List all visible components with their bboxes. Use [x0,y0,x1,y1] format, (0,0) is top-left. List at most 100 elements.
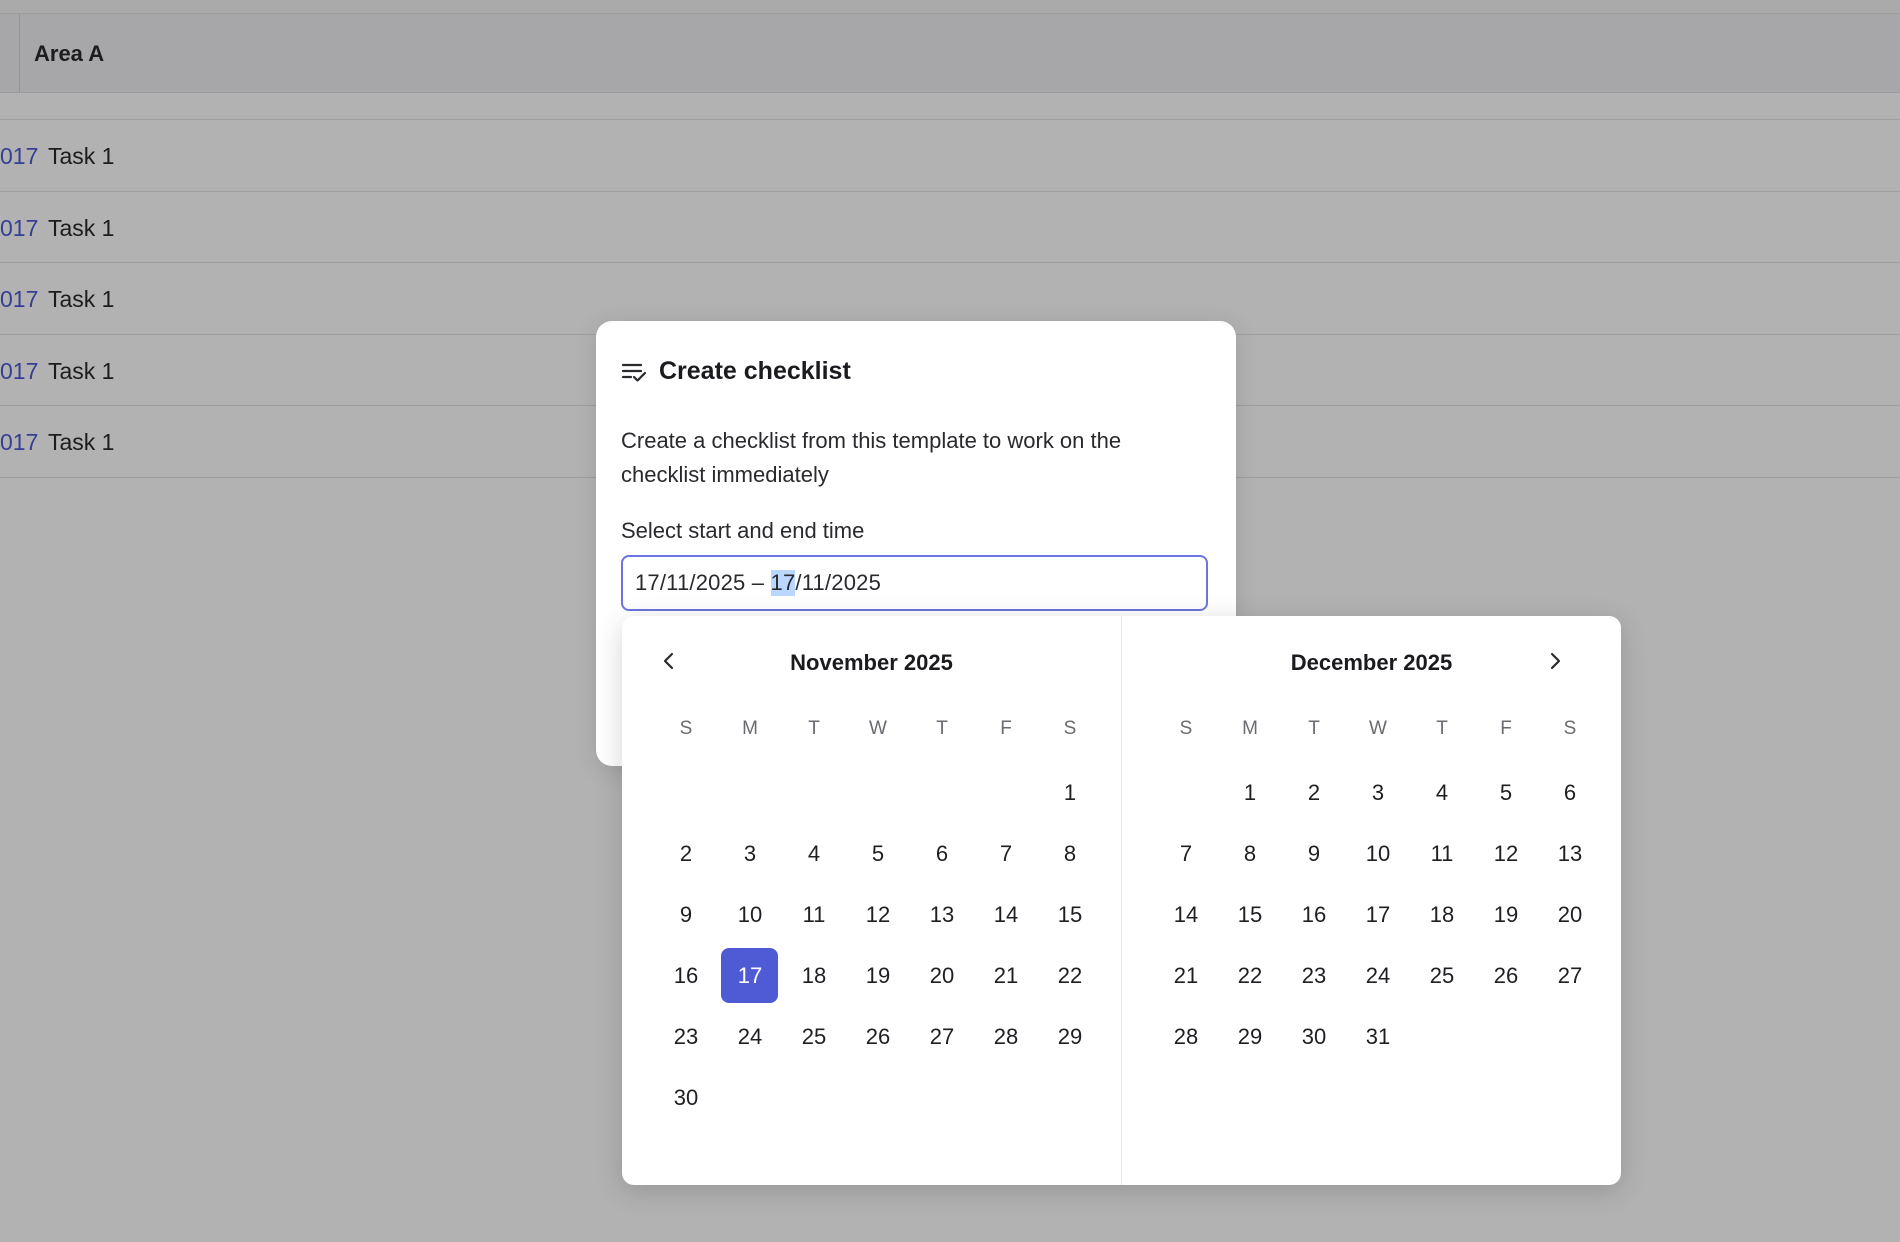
day-cell[interactable]: 14 [1154,884,1218,945]
selected-day[interactable]: 17 [718,945,782,1006]
day-number: 21 [993,962,1019,988]
day-cell[interactable]: 11 [782,884,846,945]
day-cell[interactable]: 17 [1346,884,1410,945]
day-cell[interactable]: 1 [1218,762,1282,823]
weekday-label: T [808,718,820,739]
day-number: 22 [1237,962,1263,988]
day-cell[interactable]: 16 [654,945,718,1006]
day-cell[interactable]: 24 [1346,945,1410,1006]
day-cell[interactable]: 31 [1346,1006,1410,1067]
day-cell[interactable]: 16 [1282,884,1346,945]
day-cell[interactable]: 11 [1410,823,1474,884]
day-cell[interactable]: 27 [1538,945,1602,1006]
day-cell[interactable]: 30 [1282,1006,1346,1067]
day-cell[interactable]: 8 [1038,823,1102,884]
day-number: 27 [929,1023,955,1049]
day-cell[interactable]: 23 [1282,945,1346,1006]
day-cell[interactable]: 9 [1282,823,1346,884]
day-cell[interactable]: 30 [654,1067,718,1128]
dialog-title: Create checklist [659,357,851,385]
day-cell[interactable]: 19 [1474,884,1538,945]
day-number: 25 [801,1023,827,1049]
day-number: 30 [1301,1023,1327,1049]
day-cell[interactable]: 24 [718,1006,782,1067]
day-cell[interactable]: 26 [846,1006,910,1067]
day-cell[interactable]: 15 [1038,884,1102,945]
day-cell[interactable]: 25 [1410,945,1474,1006]
weekday-label: T [936,718,948,739]
day-cell[interactable]: 6 [1538,762,1602,823]
day-cell[interactable]: 13 [1538,823,1602,884]
dialog-header: Create checklist [621,357,851,386]
day-cell[interactable]: 9 [654,884,718,945]
day-cell[interactable]: 28 [1154,1006,1218,1067]
day-cell[interactable]: 25 [782,1006,846,1067]
day-cell[interactable]: 28 [974,1006,1038,1067]
day-number: 8 [1243,840,1257,866]
checklist-icon [621,359,647,385]
day-number: 10 [1365,840,1391,866]
day-cell[interactable]: 4 [782,823,846,884]
day-cell[interactable]: 2 [654,823,718,884]
day-cell[interactable]: 22 [1218,945,1282,1006]
day-cell[interactable]: 12 [846,884,910,945]
day-cell[interactable]: 12 [1474,823,1538,884]
day-cell[interactable]: 18 [782,945,846,1006]
day-cell[interactable]: 1 [1038,762,1102,823]
day-cell[interactable]: 13 [910,884,974,945]
date-range-selected-segment[interactable]: 17 [770,570,796,596]
day-cell[interactable]: 22 [1038,945,1102,1006]
day-cell[interactable]: 26 [1474,945,1538,1006]
day-cell[interactable]: 6 [910,823,974,884]
day-cell[interactable]: 7 [1154,823,1218,884]
day-cell[interactable]: 27 [910,1006,974,1067]
day-cell[interactable]: 10 [1346,823,1410,884]
day-cell[interactable]: 19 [846,945,910,1006]
day-cell[interactable]: 4 [1410,762,1474,823]
calendar-month-december: December 2025 SMTWTFS 1 2 3 4 5 6 7 8 9 10 11 12 13 1… [1122,616,1621,1185]
day-cell[interactable]: 8 [1218,823,1282,884]
day-cell[interactable]: 21 [1154,945,1218,1006]
day-cell[interactable]: 18 [1410,884,1474,945]
day-cell[interactable]: 29 [1218,1006,1282,1067]
day-number: 31 [1365,1023,1391,1049]
day-cell[interactable]: 20 [910,945,974,1006]
empty-day-cell [974,762,1038,823]
day-cell[interactable]: 7 [974,823,1038,884]
day-number: 30 [673,1084,699,1110]
day-cell[interactable]: 23 [654,1006,718,1067]
day-number: 16 [1301,901,1327,927]
day-number: 9 [1307,840,1321,866]
day-cell[interactable]: 5 [1474,762,1538,823]
day-number: 26 [865,1023,891,1049]
next-month-button[interactable] [1540,648,1570,678]
day-number: 18 [801,962,827,988]
day-cell[interactable]: 14 [974,884,1038,945]
day-number: 24 [1365,962,1391,988]
date-range-input[interactable]: 17/11/2025 – 17/11/2025 [621,555,1208,611]
day-number: 17 [737,962,763,988]
day-number: 4 [807,840,821,866]
day-number: 1 [1063,779,1077,805]
day-cell[interactable]: 3 [1346,762,1410,823]
day-number: 14 [993,901,1019,927]
day-number: 3 [743,840,757,866]
day-cell[interactable]: 3 [718,823,782,884]
weekday-header: SMTWTFS [1154,718,1602,740]
day-number: 12 [865,901,891,927]
empty-day-cell [654,762,718,823]
day-cell[interactable]: 20 [1538,884,1602,945]
weekday-label: M [1242,718,1258,739]
day-cell[interactable]: 21 [974,945,1038,1006]
empty-day-cell [910,762,974,823]
day-number: 15 [1057,901,1083,927]
day-cell[interactable]: 10 [718,884,782,945]
day-number: 21 [1173,962,1199,988]
day-number: 29 [1237,1023,1263,1049]
day-cell[interactable]: 29 [1038,1006,1102,1067]
day-cell[interactable]: 2 [1282,762,1346,823]
day-number: 14 [1173,901,1199,927]
day-cell[interactable]: 5 [846,823,910,884]
date-range-calendar: November 2025 SMTWTFS 1 2 3 4 5 6 7 8 9 10 11 12 13 1… [622,616,1621,1185]
day-cell[interactable]: 15 [1218,884,1282,945]
